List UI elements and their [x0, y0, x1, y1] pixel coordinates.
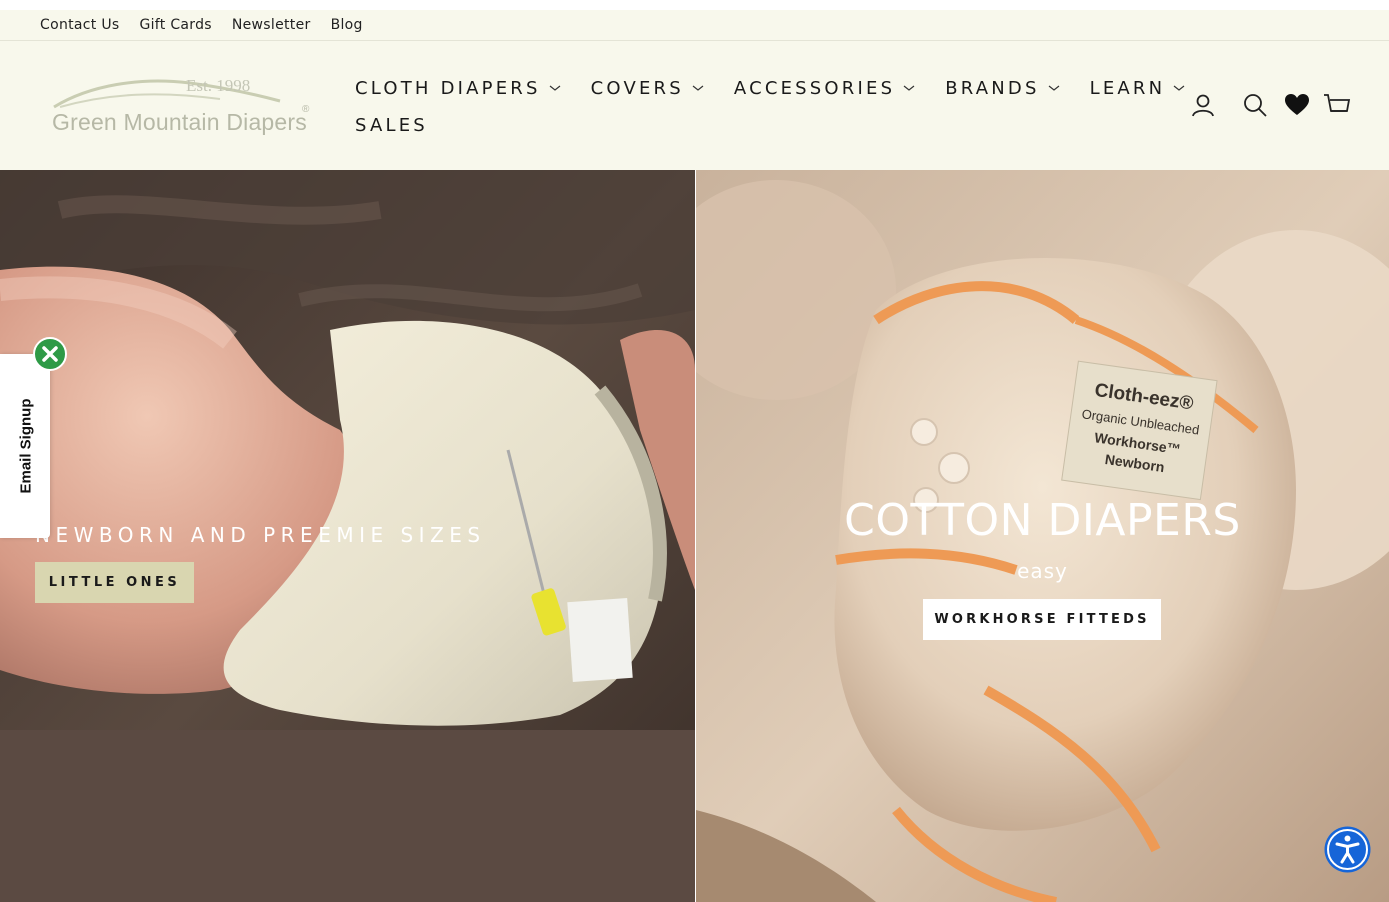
workhorse-fitteds-button[interactable]: WORKHORSE FITTEDS: [923, 599, 1161, 640]
nav-row-1: CLOTH DIAPERS COVERS ACCESSORIES BRANDS …: [355, 73, 1185, 103]
utility-bar: Contact Us Gift Cards Newsletter Blog: [0, 10, 1389, 41]
chevron-down-icon: [1173, 85, 1185, 91]
top-strip: [0, 0, 1389, 10]
nav-label: CLOTH DIAPERS: [355, 77, 541, 99]
logo-est: Est. 1998: [186, 76, 251, 95]
chevron-down-icon: [903, 85, 915, 91]
chevron-down-icon: [549, 85, 560, 91]
chevron-down-icon: [692, 85, 704, 91]
nav-label: LEARN: [1089, 77, 1166, 99]
hero-left-newborn[interactable]: NEWBORN AND PREEMIE SIZES LITTLE ONES: [0, 170, 695, 902]
nav-item-brands[interactable]: BRANDS: [945, 78, 1059, 99]
logo-name: Green Mountain Diapers: [52, 109, 307, 135]
hero-right-cotton[interactable]: Cloth-eez® Organic Unbleached Workhorse™…: [696, 170, 1389, 902]
site-header: Est. 1998 Green Mountain Diapers ® CLOTH…: [0, 41, 1389, 170]
nav-label: BRANDS: [945, 77, 1040, 99]
accessibility-icon[interactable]: [1324, 826, 1371, 873]
utility-link-contact-us[interactable]: Contact Us: [40, 17, 119, 33]
nav-item-covers[interactable]: COVERS: [591, 78, 704, 99]
nav-label: SALES: [355, 114, 428, 136]
email-signup-close-icon[interactable]: [33, 337, 67, 371]
nav-label: COVERS: [590, 77, 684, 99]
nav-item-accessories[interactable]: ACCESSORIES: [734, 78, 915, 99]
hero-right-heading: COTTON DIAPERS: [844, 495, 1241, 546]
hero-right-subheading: easy: [1017, 559, 1068, 583]
email-signup-label: Email Signup: [17, 398, 35, 494]
main-nav: CLOTH DIAPERS COVERS ACCESSORIES BRANDS …: [355, 73, 1185, 147]
email-signup-tab[interactable]: Email Signup: [0, 354, 50, 538]
utility-link-blog[interactable]: Blog: [331, 17, 363, 33]
header-icons: [1188, 90, 1352, 120]
site-logo[interactable]: Est. 1998 Green Mountain Diapers ®: [50, 71, 320, 141]
nav-label: ACCESSORIES: [733, 77, 896, 99]
heart-icon[interactable]: [1282, 90, 1312, 120]
account-icon[interactable]: [1188, 90, 1218, 120]
nav-row-2: SALES: [355, 110, 1155, 140]
nav-item-learn[interactable]: LEARN: [1090, 78, 1186, 99]
cart-icon[interactable]: [1322, 90, 1352, 120]
utility-link-newsletter[interactable]: Newsletter: [232, 17, 311, 33]
utility-link-gift-cards[interactable]: Gift Cards: [139, 17, 211, 33]
nav-item-cloth-diapers[interactable]: CLOTH DIAPERS: [355, 78, 561, 99]
logo-registered: ®: [302, 104, 310, 115]
search-icon[interactable]: [1240, 90, 1270, 120]
nav-item-sales[interactable]: SALES: [355, 115, 428, 136]
hero-left-heading: NEWBORN AND PREEMIE SIZES: [35, 523, 486, 547]
chevron-down-icon: [1048, 85, 1059, 91]
little-ones-button[interactable]: LITTLE ONES: [35, 562, 194, 603]
